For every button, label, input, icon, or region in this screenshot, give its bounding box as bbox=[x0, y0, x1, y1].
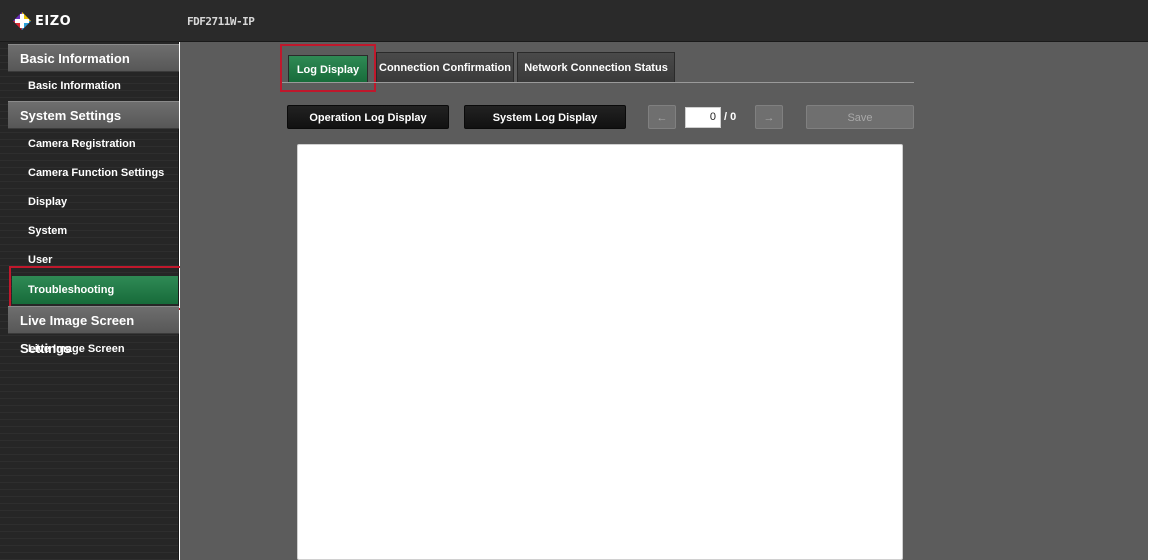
window-edge bbox=[1148, 0, 1153, 560]
sidebar-item-camera-function-settings[interactable]: Camera Function Settings bbox=[8, 159, 179, 187]
brand: EIZO bbox=[12, 11, 71, 31]
next-page-button[interactable]: → bbox=[755, 105, 783, 129]
tab-divider bbox=[282, 82, 914, 83]
sidebar-item-camera-registration[interactable]: Camera Registration bbox=[8, 130, 179, 158]
sidebar-item-system[interactable]: System bbox=[8, 217, 179, 245]
sidebar-section-basic-information[interactable]: Basic Information bbox=[8, 44, 179, 72]
sidebar-item-troubleshooting[interactable]: Troubleshooting bbox=[12, 276, 178, 304]
sidebar-section-system-settings[interactable]: System Settings bbox=[8, 101, 179, 129]
sidebar-item-live-image-screen[interactable]: Live Image Screen bbox=[8, 335, 179, 363]
brand-name: EIZO bbox=[35, 13, 72, 29]
top-bar: EIZO FDF2711W-IP bbox=[0, 0, 1148, 42]
app-window: EIZO FDF2711W-IP Basic Information Basic… bbox=[0, 0, 1153, 560]
tab-connection-confirmation[interactable]: Connection Confirmation bbox=[376, 52, 514, 82]
model-name: FDF2711W-IP bbox=[187, 15, 255, 28]
sidebar-section-live-image-screen-settings[interactable]: Live Image Screen Settings bbox=[8, 306, 179, 356]
page-total: / 0 bbox=[724, 111, 737, 123]
prev-page-button[interactable]: ← bbox=[648, 105, 676, 129]
sidebar-item-display[interactable]: Display bbox=[8, 188, 179, 216]
operation-log-display-button[interactable]: Operation Log Display bbox=[287, 105, 449, 129]
save-button[interactable]: Save bbox=[806, 105, 914, 129]
sidebar-item-basic-information[interactable]: Basic Information bbox=[8, 72, 179, 100]
system-log-display-button[interactable]: System Log Display bbox=[464, 105, 626, 129]
log-display-panel[interactable] bbox=[297, 144, 903, 560]
tab-network-connection-status[interactable]: Network Connection Status bbox=[517, 52, 675, 82]
page-number-input[interactable]: 0 bbox=[685, 107, 721, 128]
eizo-logo-icon bbox=[12, 11, 32, 31]
sidebar-item-user[interactable]: User bbox=[8, 246, 179, 274]
tab-log-display[interactable]: Log Display bbox=[288, 55, 368, 83]
